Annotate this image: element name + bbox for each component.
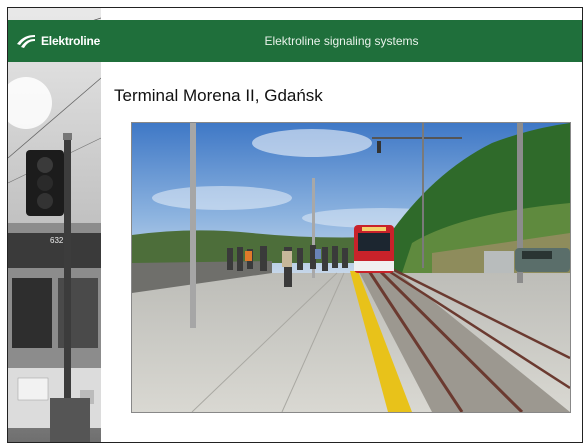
logo: Elektroline [16,20,100,62]
bus-number: 632 [50,236,64,245]
header-title: Elektroline signaling systems [264,34,419,48]
logo-text: Elektroline [41,34,101,48]
elektroline-logo-icon [17,35,35,48]
slide: 632 Elektroline Elektroline signaling sy… [7,7,583,443]
side-decor-photo: 632 [8,8,101,442]
terminal-photo [131,122,571,413]
traffic-signal-icon [8,17,101,442]
header-bar: Elektroline Elektroline signaling system… [8,20,582,62]
content-panel: Terminal Morena II, Gdańsk [101,62,582,442]
slide-title: Terminal Morena II, Gdańsk [114,86,323,105]
